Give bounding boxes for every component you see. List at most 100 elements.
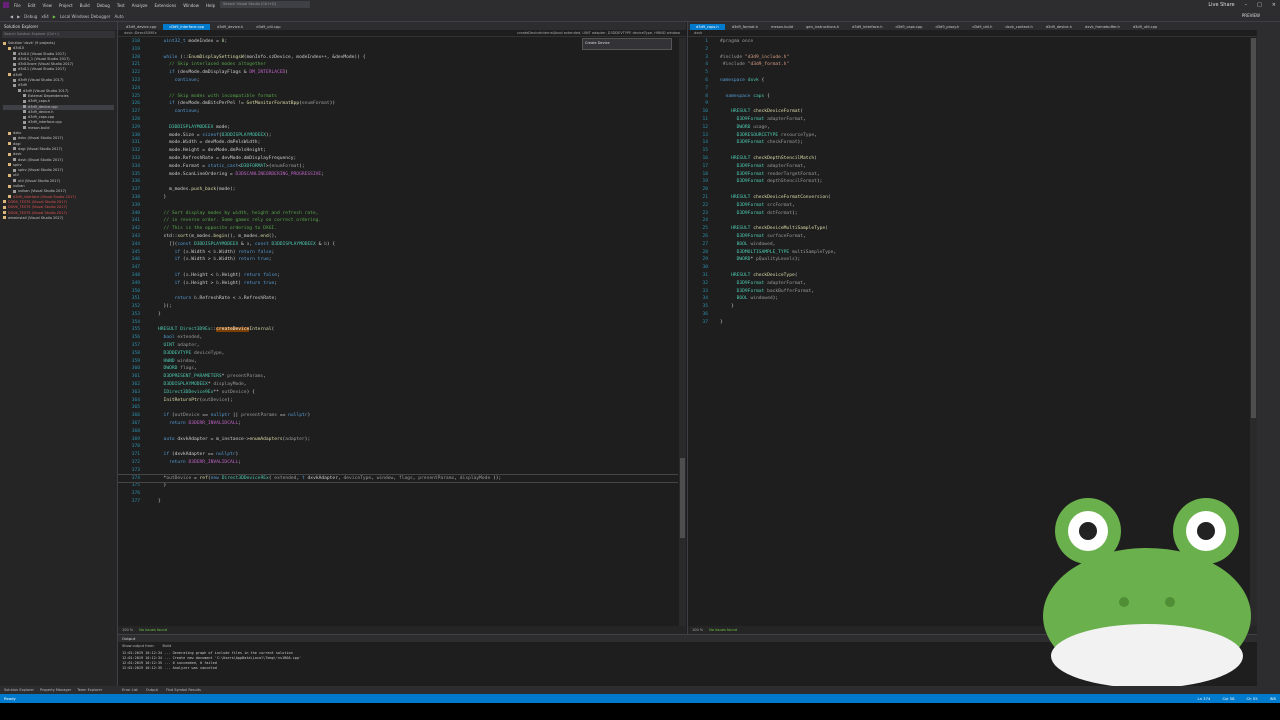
tab-output[interactable]: Output [146,688,158,692]
code-line[interactable]: 369 auto dxvkAdapter = m_instance->enumA… [118,436,678,444]
code-line[interactable]: 2 [688,46,1249,54]
tab-error-list[interactable]: Error List [122,688,138,692]
play-icon[interactable]: ▶ [53,14,56,19]
solution-search-input[interactable]: Search Solution Explorer (Ctrl+;) [2,31,115,38]
code-line[interactable]: 374 *outDevice = ref(new Direct3DDevice9… [118,473,678,484]
code-line[interactable]: 31 HRESULT checkDeviceType( [688,272,1249,280]
code-line[interactable]: 320 while (::EnumDisplaySettingsW(monInf… [118,54,678,62]
code-line[interactable]: 33 D3D9Format backBufferFormat, [688,288,1249,296]
code-line[interactable]: 328 [118,116,678,124]
code-line[interactable]: 332 mode.Height = devMode.dmPelsHeight; [118,147,678,155]
tab-dxvk-framebuffer-h[interactable]: dxvk_framebuffer.h [1079,24,1126,30]
code-line[interactable]: 23 D3D9Format dstFormat); [688,210,1249,218]
code-line[interactable]: 363 IDirect3DDevice9Ex** outDevice) { [118,389,678,397]
code-line[interactable]: 325 // Skip modes with incompatible form… [118,93,678,101]
code-line[interactable]: 10 HRESULT checkDeviceFormat( [688,108,1249,116]
left-editor[interactable]: d3d9_device.cpp d3d9_interface.cpp d3d9_de… [118,22,686,634]
code-line[interactable]: 338 } [118,194,678,202]
tab-d3d9-format-h[interactable]: d3d9_format.h [726,24,764,30]
code-line[interactable]: 333 mode.RefreshRate = devMode.dmDisplay… [118,155,678,163]
code-line[interactable]: 327 continue; [118,108,678,116]
code-line[interactable]: 343 std::sort(m_modes.begin(), m_modes.e… [118,233,678,241]
code-line[interactable]: 370 [118,443,678,451]
code-line[interactable]: 26 D3D9Format surfaceFormat, [688,233,1249,241]
member-dropdown[interactable]: createDeviceInternal(bool extended, UINT… [517,31,680,35]
minimize-icon[interactable]: – [1245,2,1248,8]
menu-item-edit[interactable]: Edit [28,3,36,8]
code-line[interactable]: 375 } [118,482,678,490]
code-line[interactable]: 372 return D3DERR_INVALIDCALL; [118,459,678,467]
code-line[interactable]: 365 [118,404,678,412]
code-line[interactable]: 351 return b.RefreshRate < a.RefreshRate… [118,295,678,303]
live-share-button[interactable]: Live Share [1208,2,1234,8]
code-line[interactable]: 336 [118,178,678,186]
code-line[interactable]: 339 [118,202,678,210]
code-line[interactable]: 7 [688,85,1249,93]
code-line[interactable]: 360 DWORD flags, [118,365,678,373]
code-line[interactable]: 356 bool extended, [118,334,678,342]
code-line[interactable]: 355 HRESULT Direct3D9Ex::createDeviceInte… [118,326,678,334]
left-vertical-scrollbar[interactable] [679,38,686,626]
code-line[interactable]: 1 #pragma once [688,38,1249,46]
tab-meson-build[interactable]: meson.build [765,24,799,30]
code-line[interactable]: 322 if (devMode.dmDisplayFlags & DM_INTE… [118,69,678,77]
code-line[interactable]: 341 // in reverse order. Some games rely… [118,217,678,225]
code-line[interactable]: 13 D3DRESOURCETYPE resourceType, [688,132,1249,140]
code-line[interactable]: 377} [118,498,678,506]
output-source-select[interactable]: Build [163,644,172,648]
code-line[interactable]: 368 [118,428,678,436]
code-line[interactable]: 334 mode.Format = static_cast<D3DFORMAT>… [118,163,678,171]
code-line[interactable]: 321 // Skip interlaced modes altogether [118,61,678,69]
tab-d3d9-interface-h[interactable]: d3d9_interface.h [846,24,888,30]
maximize-icon[interactable]: □ [1257,2,1262,8]
code-line[interactable]: 340 // Sort display modes by width, heig… [118,210,678,218]
tab-d3d9-caps-h[interactable]: d3d9_caps.h [690,24,725,30]
code-line[interactable]: 350 [118,288,678,296]
code-line[interactable]: 354 [118,319,678,327]
code-line[interactable]: 22 D3D9Format srcFormat, [688,202,1249,210]
tab-team-explorer[interactable]: Team Explorer [77,688,102,692]
code-line[interactable]: 20 [688,186,1249,194]
code-line[interactable]: 352 }); [118,303,678,311]
scroll-thumb[interactable] [680,458,685,538]
code-line[interactable]: 18 D3D9Format renderTargetFormat, [688,171,1249,179]
code-line[interactable]: 34 BOOL windowed); [688,295,1249,303]
tab-d3d9-util-cpp[interactable]: d3d9_util.cpp [1127,24,1163,30]
code-line[interactable]: 376 [118,490,678,498]
code-line[interactable]: 35 } [688,303,1249,311]
tab-d3d9-caps-cpp[interactable]: d3d9_caps.cpp [890,24,929,30]
code-line[interactable]: 367 return D3DERR_INVALIDCALL; [118,420,678,428]
scroll-thumb[interactable] [1251,38,1256,418]
tab-dxvk-context-h[interactable]: dxvk_context.h [999,24,1038,30]
menu-item-help[interactable]: Help [206,3,215,8]
code-line[interactable]: 371 if (dxvkAdapter == nullptr) [118,451,678,459]
code-line[interactable]: 29 DWORD* pQualityLevels); [688,256,1249,264]
menu-item-test[interactable]: Test [117,3,125,8]
code-line[interactable]: 3 #include "d3d9_include.h" [688,54,1249,62]
code-line[interactable]: 361 D3DPRESENT_PARAMETERS* presentParams… [118,373,678,381]
tab-d3d9-interface-cpp[interactable]: d3d9_interface.cpp [163,24,211,30]
code-line[interactable]: 331 mode.Width = devMode.dmPelsWidth; [118,139,678,147]
auto-select[interactable]: Auto [114,14,123,19]
tab-property-manager[interactable]: Property Manager [40,688,71,692]
code-line[interactable]: 347 [118,264,678,272]
config-select[interactable]: Debug [24,14,37,19]
zoom-level[interactable]: 100 % [692,628,703,632]
code-line[interactable]: 36 [688,311,1249,319]
code-line[interactable]: 348 if (a.Height < b.Height) return fals… [118,272,678,280]
find-input[interactable]: Create Device [585,41,610,45]
menu-item-extensions[interactable]: Extensions [155,3,177,8]
tab-d3d9-device-h[interactable]: d3d9_device.h [211,24,249,30]
code-line[interactable]: 349 if (a.Height > b.Height) return true… [118,280,678,288]
tree-item[interactable]: wineinstall (Visual Studio 2017) [3,216,114,221]
code-line[interactable]: 30 [688,264,1249,272]
code-line[interactable]: 37} [688,319,1249,327]
tab-d3d9-util-h[interactable]: d3d9_util.h [966,24,998,30]
menu-item-analyze[interactable]: Analyze [132,3,148,8]
code-line[interactable]: 345 if (a.Width < b.Width) return false; [118,249,678,257]
code-line[interactable]: 373 [118,467,678,475]
code-line[interactable]: 12 DWORD usage, [688,124,1249,132]
menu-item-window[interactable]: Window [183,3,199,8]
code-line[interactable]: 366 if (outDevice == nullptr || presentP… [118,412,678,420]
debugger-select[interactable]: Local Windows Debugger [60,14,111,19]
